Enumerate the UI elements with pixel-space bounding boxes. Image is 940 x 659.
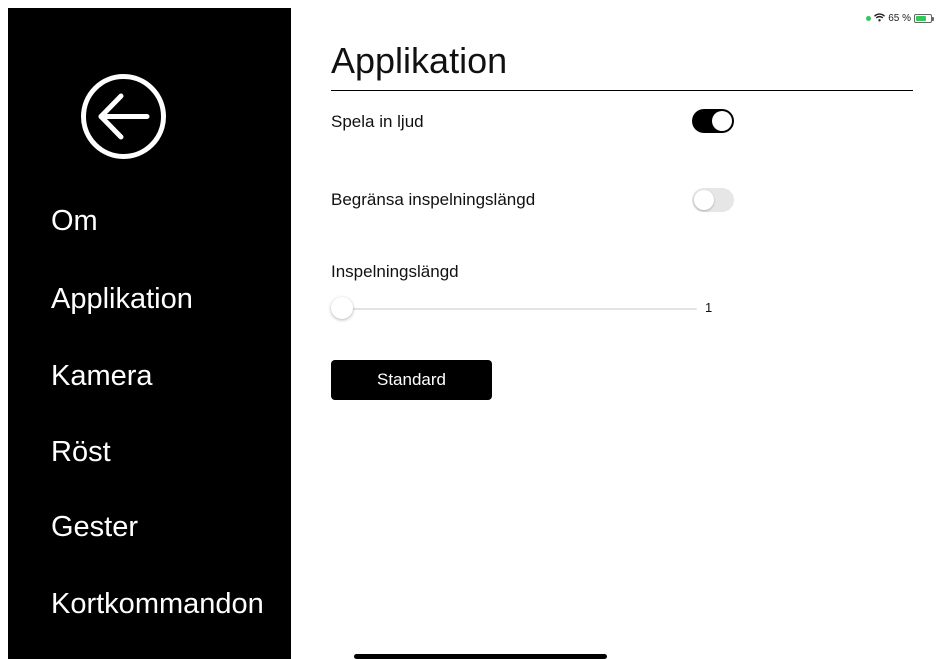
sidebar-item-kamera[interactable]: Kamera	[51, 359, 153, 393]
limit-length-toggle[interactable]	[692, 188, 734, 212]
sidebar-item-kortkommandon[interactable]: Kortkommandon	[51, 587, 264, 621]
recording-length-slider-thumb[interactable]	[331, 297, 353, 319]
title-divider	[331, 90, 913, 91]
status-bar: 65 %	[866, 13, 934, 24]
sidebar-item-om[interactable]: Om	[51, 204, 98, 238]
recording-length-value: 1	[705, 300, 713, 315]
sidebar-item-gester[interactable]: Gester	[51, 510, 138, 544]
sidebar: Om Applikation Kamera Röst Gester Kortko…	[8, 8, 291, 659]
default-button[interactable]: Standard	[331, 360, 492, 400]
recording-length-label: Inspelningslängd	[331, 262, 459, 281]
back-button[interactable]	[79, 72, 168, 161]
battery-charging-icon	[914, 14, 934, 23]
record-audio-toggle[interactable]	[692, 109, 734, 133]
wifi-icon	[874, 13, 886, 24]
toggle-knob	[694, 190, 714, 210]
sidebar-item-applikation[interactable]: Applikation	[51, 282, 193, 316]
limit-length-label: Begränsa inspelningslängd	[331, 190, 536, 209]
battery-percent: 65 %	[888, 13, 911, 24]
toggle-knob	[712, 111, 732, 131]
page-title: Applikation	[331, 40, 508, 81]
sidebar-item-rost[interactable]: Röst	[51, 435, 111, 469]
home-indicator[interactable]	[354, 654, 607, 659]
recording-length-slider-track[interactable]	[342, 308, 697, 310]
record-audio-label: Spela in ljud	[331, 112, 424, 131]
privacy-indicator	[866, 16, 872, 21]
arrow-left-circle-icon	[81, 74, 166, 159]
